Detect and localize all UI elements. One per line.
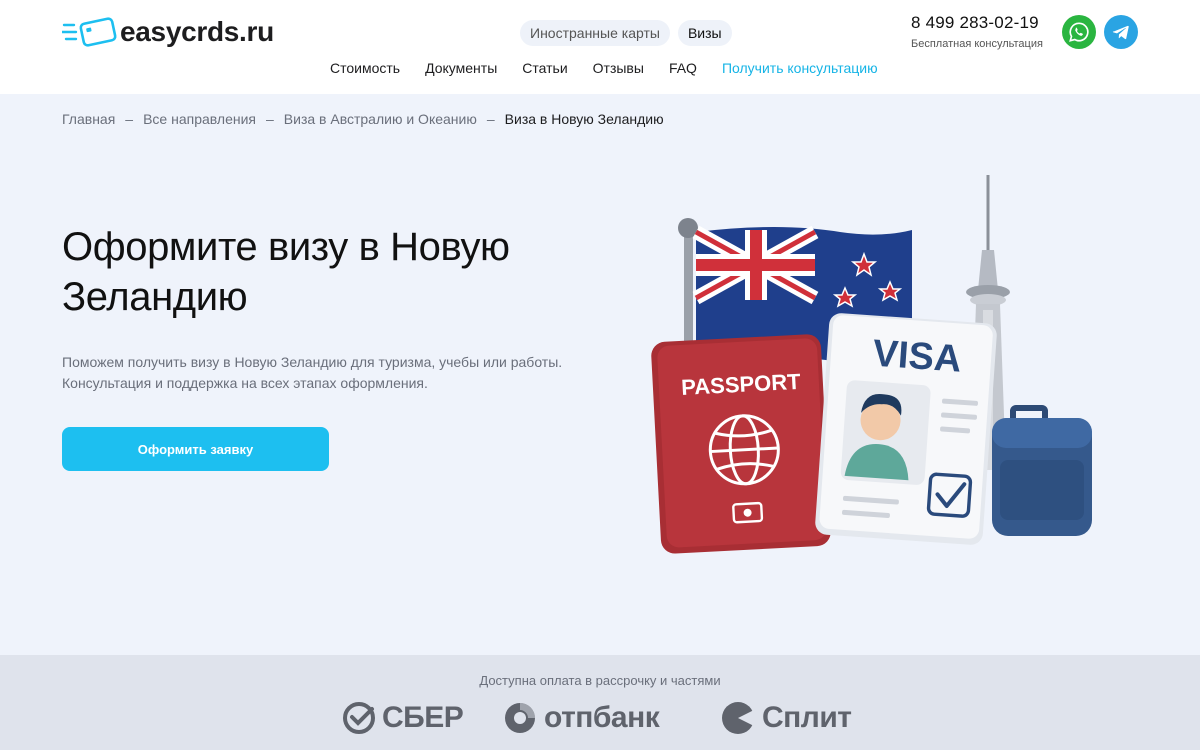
nav-item-faq[interactable]: FAQ [669,60,697,76]
payment-options-title: Доступна оплата в рассрочку и частями [479,673,721,688]
phone-note: Бесплатная консультация [911,38,1043,50]
phone-link[interactable]: 8 499 283-02-19 [911,13,1043,33]
hero-description-line-1: Поможем получить визу в Новую Зеландию д… [62,354,563,370]
card-logo-icon [60,14,118,50]
main-nav: Стоимость Документы Статьи Отзывы FAQ По… [330,60,878,76]
nav-item-cost[interactable]: Стоимость [330,60,400,76]
top-tabs: Иностранные карты Визы [520,20,732,46]
otp-logo-text: отпбанк [544,701,660,734]
breadcrumb-separator: – [486,111,495,127]
tab-foreign-cards[interactable]: Иностранные карты [520,20,670,46]
nav-item-documents[interactable]: Документы [425,60,497,76]
telegram-icon[interactable] [1104,15,1138,49]
passport-icon: PASSPORT [651,334,831,554]
sber-logo-text: СБЕР [382,701,464,734]
breadcrumb-australia-oceania[interactable]: Виза в Австралию и Океанию [284,111,477,127]
nav-item-articles[interactable]: Статьи [522,60,567,76]
visa-label: VISA [871,333,962,381]
payment-options-band: Доступна оплата в рассрочку и частями СБ… [0,655,1200,750]
suitcase-icon [992,405,1092,536]
breadcrumb-all-destinations[interactable]: Все направления [143,111,256,127]
split-logo-icon [722,702,756,734]
logo-text: easycrds.ru [120,16,274,47]
breadcrumb-home[interactable]: Главная [62,111,115,127]
apply-button[interactable]: Оформить заявку [62,427,329,471]
whatsapp-icon[interactable] [1062,15,1096,49]
hero-description: Поможем получить визу в Новую Зеландию д… [62,352,582,394]
tab-visas[interactable]: Визы [677,20,732,46]
breadcrumb-current: Виза в Новую Зеландию [504,111,664,127]
split-logo-text: Сплит [762,701,852,734]
breadcrumb-separator: – [265,111,274,127]
breadcrumb-separator: – [125,111,134,127]
hero-description-line-2: Консультация и поддержка на всех этапах … [62,375,428,391]
visa-card-icon: VISA [815,313,997,545]
nav-item-consultation[interactable]: Получить консультацию [722,60,878,76]
breadcrumb: Главная – Все направления – Виза в Австр… [62,111,664,127]
otp-logo-icon [505,703,535,733]
site-header: easycrds.ru Иностранные карты Визы 8 499… [0,0,1200,94]
page-title: Оформите визу в Новую Зеландию [62,225,510,319]
split-logo: Сплит [720,698,852,738]
otp-bank-logo: отпбанк [502,698,660,738]
hero-illustration: PASSPORT VISA [640,170,1110,560]
contact-block: 8 499 283-02-19 Бесплатная консультация [911,13,1043,50]
sber-logo: СБЕР [342,698,464,738]
logo[interactable]: easycrds.ru [60,14,274,50]
nav-item-reviews[interactable]: Отзывы [593,60,644,76]
sber-logo-icon [343,702,375,734]
